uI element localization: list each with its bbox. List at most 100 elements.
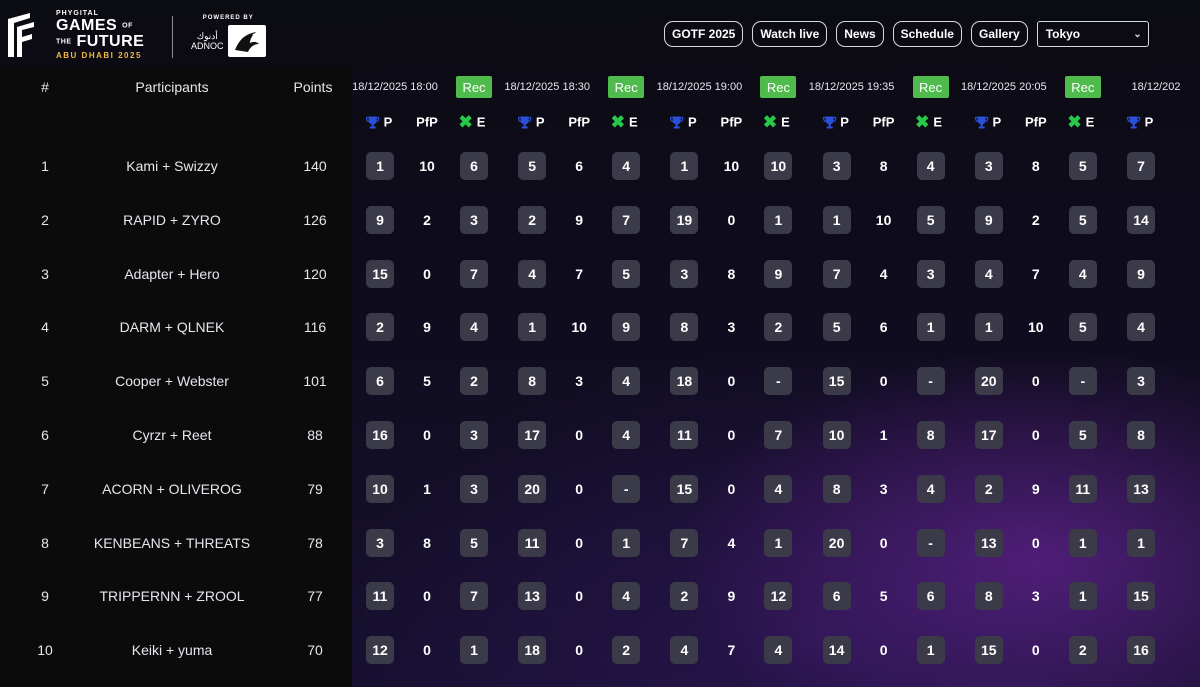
elims-label: E bbox=[476, 114, 486, 130]
placement-value: 6 bbox=[366, 367, 394, 396]
sub-header-placement: P bbox=[518, 115, 545, 130]
elims-value: 2 bbox=[1068, 636, 1097, 665]
pfp-value: 7 bbox=[575, 265, 584, 282]
pfp-value: 0 bbox=[879, 373, 888, 390]
placement-value: 3 bbox=[974, 152, 1003, 180]
pfp-value: 0 bbox=[1031, 642, 1040, 659]
placement-value: 8 bbox=[518, 367, 547, 396]
placement-value: 1 bbox=[974, 313, 1003, 342]
elims-value: - bbox=[612, 474, 641, 503]
team-name: Cooper + Webster bbox=[115, 373, 229, 390]
pfp-value: 0 bbox=[1031, 373, 1040, 390]
sub-header-pfp: PfP bbox=[416, 114, 438, 130]
nav-schedule[interactable]: Schedule bbox=[892, 21, 962, 47]
points-cell: 140 bbox=[303, 158, 327, 174]
rank-cell: 4 bbox=[41, 319, 49, 336]
team-name: Kami + Swizzy bbox=[126, 158, 218, 174]
rec-button[interactable]: Rec bbox=[1064, 76, 1101, 98]
pfp-value: 5 bbox=[423, 373, 431, 390]
elims-label: E bbox=[781, 114, 790, 130]
elims-value: 2 bbox=[612, 636, 641, 665]
sub-header-elims: ✖ E bbox=[763, 114, 790, 131]
trophy-icon bbox=[518, 116, 532, 128]
elims-value: 5 bbox=[916, 205, 945, 234]
nav-gotf-2025[interactable]: GOTF 2025 bbox=[664, 21, 744, 47]
team-name: DARM + QLNEK bbox=[119, 319, 225, 336]
placement-value: 13 bbox=[518, 582, 547, 611]
brand-future-text: FUTURE bbox=[76, 33, 145, 50]
elims-value: 6 bbox=[916, 582, 945, 611]
placement-value: 4 bbox=[1127, 313, 1155, 342]
points-cell: 116 bbox=[303, 319, 327, 336]
powered-by-label: POWERED BY bbox=[202, 15, 254, 21]
elims-value: 3 bbox=[460, 421, 488, 449]
brand-wordmark[interactable]: PHYGITAL GAMES OF THE FUTURE ABU DHABI 2… bbox=[56, 10, 144, 60]
match-datetime: 18/12/2025 18:00 bbox=[352, 81, 438, 93]
pfp-value: 2 bbox=[1031, 211, 1040, 228]
points-cell: 120 bbox=[303, 265, 327, 282]
sub-header-placement: P bbox=[1127, 115, 1153, 130]
trophy-icon bbox=[822, 116, 836, 128]
elims-value: 4 bbox=[916, 152, 945, 180]
pfp-value: 8 bbox=[1031, 158, 1040, 174]
trophy-icon bbox=[1127, 116, 1141, 128]
placement-value: 3 bbox=[822, 152, 851, 180]
placement-value: 15 bbox=[974, 636, 1003, 665]
brand-location: ABU DHABI 2025 bbox=[56, 51, 142, 60]
placement-value: 1 bbox=[366, 152, 394, 180]
placement-value: 1 bbox=[518, 313, 547, 342]
elims-value: 5 bbox=[612, 259, 641, 288]
elims-value: 7 bbox=[612, 205, 641, 234]
pfp-value: 10 bbox=[875, 211, 892, 228]
pfp-value: 7 bbox=[727, 642, 736, 659]
placement-value: 11 bbox=[518, 528, 547, 557]
elims-value: 4 bbox=[916, 474, 945, 503]
pfp-value: 10 bbox=[419, 158, 435, 174]
sub-header-pfp: PfP bbox=[1024, 114, 1047, 130]
match-datetime: 18/12/202 bbox=[1131, 81, 1181, 93]
points-cell: 101 bbox=[303, 373, 327, 390]
placement-value: 19 bbox=[670, 205, 699, 234]
placement-value: 16 bbox=[366, 421, 394, 449]
pfp-value: 10 bbox=[723, 158, 740, 174]
nav-gallery[interactable]: Gallery bbox=[970, 21, 1028, 47]
team-name: Keiki + yuma bbox=[131, 642, 213, 659]
rec-button[interactable]: Rec bbox=[456, 76, 492, 98]
pfp-value: 0 bbox=[575, 534, 584, 551]
rank-cell: 10 bbox=[37, 642, 53, 659]
rec-button[interactable]: Rec bbox=[608, 76, 645, 98]
sub-header-pfp: PfP bbox=[720, 114, 743, 130]
placement-value: 20 bbox=[974, 367, 1003, 396]
pfp-value: 0 bbox=[727, 373, 736, 390]
elims-value: 4 bbox=[1068, 259, 1097, 288]
placement-value: 20 bbox=[822, 528, 851, 557]
placement-value: 9 bbox=[1127, 259, 1155, 288]
pfp-value: 9 bbox=[1031, 480, 1040, 497]
top-nav: GOTF 2025 Watch live News Schedule Galle… bbox=[664, 21, 1149, 47]
team-name: Cyrzr + Reet bbox=[132, 427, 212, 443]
pfp-value: 0 bbox=[1031, 427, 1040, 443]
elims-value: 7 bbox=[460, 582, 488, 611]
pfp-value: 0 bbox=[423, 642, 431, 659]
placement-value: 8 bbox=[670, 313, 699, 342]
rec-button[interactable]: Rec bbox=[912, 76, 949, 98]
games-of-the-future-logo-icon[interactable] bbox=[8, 13, 36, 57]
trophy-icon bbox=[670, 116, 684, 128]
elims-value: 2 bbox=[460, 367, 488, 396]
elims-value: 4 bbox=[612, 421, 641, 449]
nav-watch-live[interactable]: Watch live bbox=[752, 21, 828, 47]
elims-value: 4 bbox=[764, 636, 793, 665]
pfp-value: 0 bbox=[423, 588, 431, 605]
rec-button[interactable]: Rec bbox=[760, 76, 797, 98]
elims-value: 1 bbox=[612, 528, 641, 557]
timezone-select[interactable]: Tokyo ⌄ bbox=[1036, 21, 1149, 47]
pfp-value: 4 bbox=[727, 534, 736, 551]
pfp-value: 1 bbox=[423, 480, 431, 497]
placement-value: 1 bbox=[822, 205, 851, 234]
elims-value: 10 bbox=[764, 152, 793, 180]
placement-value: 2 bbox=[670, 582, 699, 611]
nav-news[interactable]: News bbox=[836, 21, 884, 47]
placement-value: 3 bbox=[366, 528, 394, 557]
pfp-value: 7 bbox=[1031, 265, 1040, 282]
pfp-value: 6 bbox=[575, 158, 584, 174]
